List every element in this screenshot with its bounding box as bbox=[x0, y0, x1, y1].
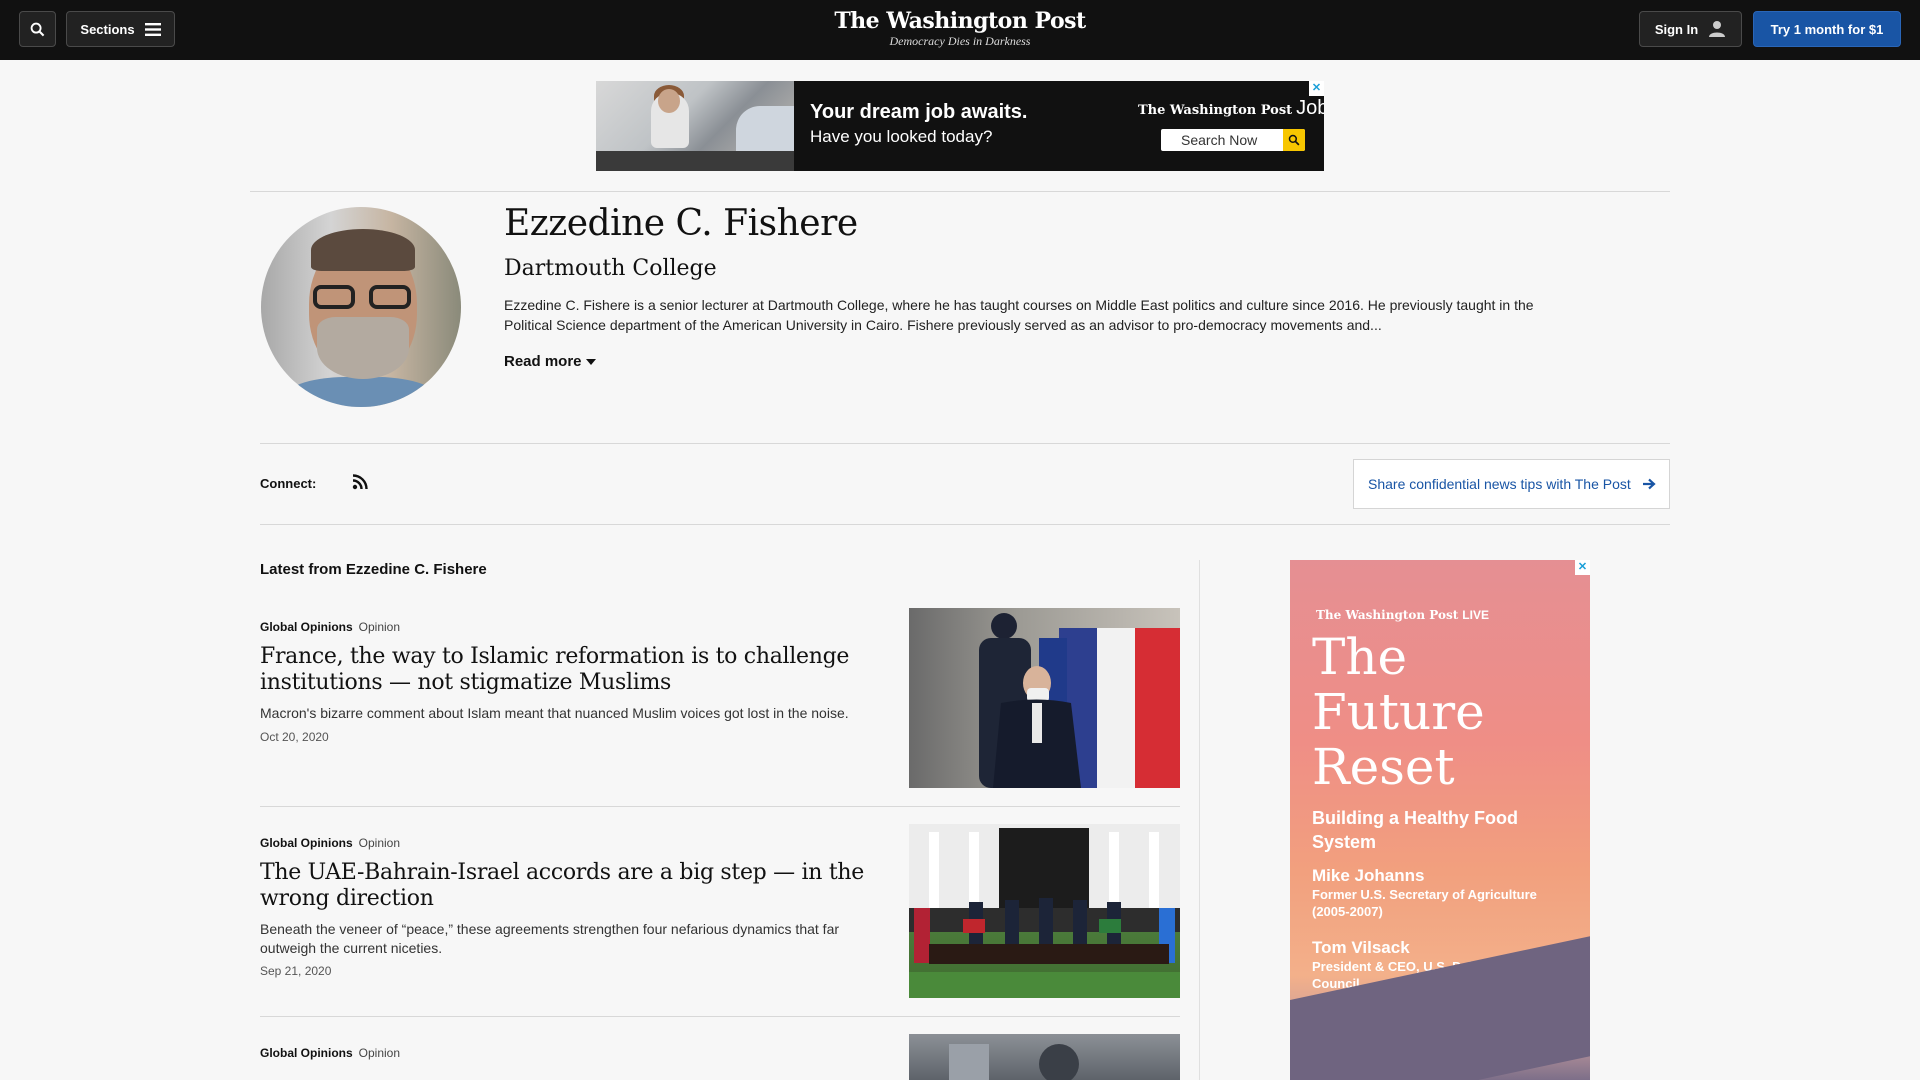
author-name: Ezzedine C. Fishere bbox=[504, 203, 858, 244]
ad-brand-name: The Washington Post bbox=[1316, 608, 1459, 622]
ad-brand-name: The Washington Post bbox=[1138, 103, 1293, 118]
news-tips-link[interactable]: Share confidential news tips with The Po… bbox=[1353, 459, 1670, 509]
article-item[interactable]: Global Opinions Opinion The UAE-Bahrain-I… bbox=[260, 824, 1180, 1006]
ad-photo-handshake bbox=[596, 81, 794, 171]
article-label: Opinion bbox=[358, 836, 401, 850]
jobs-banner-ad[interactable]: Your dream job awaits. Have you looked t… bbox=[596, 81, 1324, 171]
divider bbox=[250, 191, 1670, 192]
article-headline[interactable]: France, the way to Islamic reformation i… bbox=[260, 644, 880, 696]
ad-close-icon[interactable]: ✕ bbox=[1575, 560, 1590, 575]
ad-speaker-title: Former U.S. Secretary of Agriculture (20… bbox=[1312, 887, 1537, 919]
caret-down-icon bbox=[585, 358, 596, 365]
article-blurb: Beneath the veneer of “peace,” these agr… bbox=[260, 921, 840, 956]
column-divider bbox=[1199, 560, 1200, 1080]
ad-brand-suffix: Jobs bbox=[1296, 97, 1324, 119]
author-bio: Ezzedine C. Fishere is a senior lecturer… bbox=[504, 297, 1534, 333]
divider bbox=[260, 443, 1670, 444]
article-section[interactable]: Global Opinions bbox=[260, 1046, 353, 1060]
news-tips-label: Share confidential news tips with The Po… bbox=[1368, 476, 1631, 492]
article-thumbnail-macron[interactable] bbox=[909, 608, 1180, 788]
ad-event-subtitle: Building a Healthy Food System bbox=[1312, 808, 1518, 852]
article-kicker: Global Opinions Opinion bbox=[260, 836, 400, 850]
article-kicker: Global Opinions Opinion bbox=[260, 1046, 400, 1060]
article-date: Oct 20, 2020 bbox=[260, 730, 329, 744]
ad-search-label: Search Now bbox=[1181, 132, 1258, 148]
arrow-right-icon bbox=[1642, 478, 1656, 490]
article-item[interactable]: Global Opinions Opinion France, the way t… bbox=[260, 608, 1180, 788]
ad-search-icon[interactable] bbox=[1283, 129, 1305, 151]
sections-menu-button[interactable]: Sections bbox=[66, 11, 175, 47]
connect-label: Connect: bbox=[260, 476, 317, 491]
article-label: Opinion bbox=[358, 1046, 401, 1060]
article-item[interactable]: Global Opinions Opinion bbox=[260, 1034, 1180, 1080]
article-headline[interactable]: The UAE-Bahrain-Israel accords are a big… bbox=[260, 860, 880, 912]
article-blurb: Macron's bizarre comment about Islam mea… bbox=[260, 705, 849, 721]
ad-event-title: The Future Reset bbox=[1312, 628, 1485, 796]
top-navigation-bar: Sections The Washington Post Democracy D… bbox=[0, 0, 1920, 60]
ad-speaker-name: Mike Johanns bbox=[1312, 866, 1425, 885]
ad-brand-suffix: LIVE bbox=[1462, 608, 1489, 622]
article-thumbnail[interactable] bbox=[909, 1034, 1180, 1080]
masthead-tagline: Democracy Dies in Darkness bbox=[889, 34, 1031, 48]
read-more-button[interactable]: Read more bbox=[504, 353, 596, 370]
article-label: Opinion bbox=[358, 620, 401, 634]
masthead-logo[interactable]: The Washington Post Democracy Dies in Da… bbox=[800, 8, 1120, 48]
search-button[interactable] bbox=[19, 11, 56, 47]
sign-in-button[interactable]: Sign In bbox=[1639, 11, 1742, 47]
future-reset-event-ad[interactable]: ✕ The Washington Post LIVE The Future Res… bbox=[1290, 560, 1590, 1080]
sign-in-label: Sign In bbox=[1654, 21, 1699, 37]
sections-label: Sections bbox=[80, 21, 135, 37]
article-section[interactable]: Global Opinions bbox=[260, 836, 353, 850]
subscribe-offer-button[interactable]: Try 1 month for $1 bbox=[1753, 11, 1901, 47]
ad-brand: The Washington PostJobs bbox=[1138, 97, 1324, 120]
article-thumbnail-white-house[interactable] bbox=[909, 824, 1180, 998]
read-more-label: Read more bbox=[504, 353, 582, 370]
masthead-title: The Washington Post bbox=[834, 8, 1086, 34]
author-avatar bbox=[261, 207, 461, 407]
divider bbox=[260, 524, 1670, 525]
latest-articles-heading: Latest from Ezzedine C. Fishere bbox=[260, 561, 487, 578]
ad-brand: The Washington Post LIVE bbox=[1316, 608, 1489, 622]
article-section[interactable]: Global Opinions bbox=[260, 620, 353, 634]
ad-speaker-name: Tom Vilsack bbox=[1312, 938, 1410, 957]
ad-headline: Your dream job awaits. bbox=[810, 101, 1028, 123]
hamburger-menu-icon bbox=[144, 22, 161, 36]
ad-search-box[interactable]: Search Now bbox=[1161, 129, 1305, 151]
user-icon bbox=[1709, 21, 1726, 37]
ad-close-icon[interactable]: ✕ bbox=[1309, 81, 1324, 96]
search-icon bbox=[30, 22, 45, 36]
rss-feed-icon[interactable] bbox=[352, 474, 368, 490]
divider bbox=[260, 806, 1180, 807]
author-affiliation: Dartmouth College bbox=[504, 256, 717, 281]
ad-subheadline: Have you looked today? bbox=[810, 127, 993, 146]
article-kicker: Global Opinions Opinion bbox=[260, 620, 400, 634]
divider bbox=[260, 1016, 1180, 1017]
article-date: Sep 21, 2020 bbox=[260, 964, 332, 978]
